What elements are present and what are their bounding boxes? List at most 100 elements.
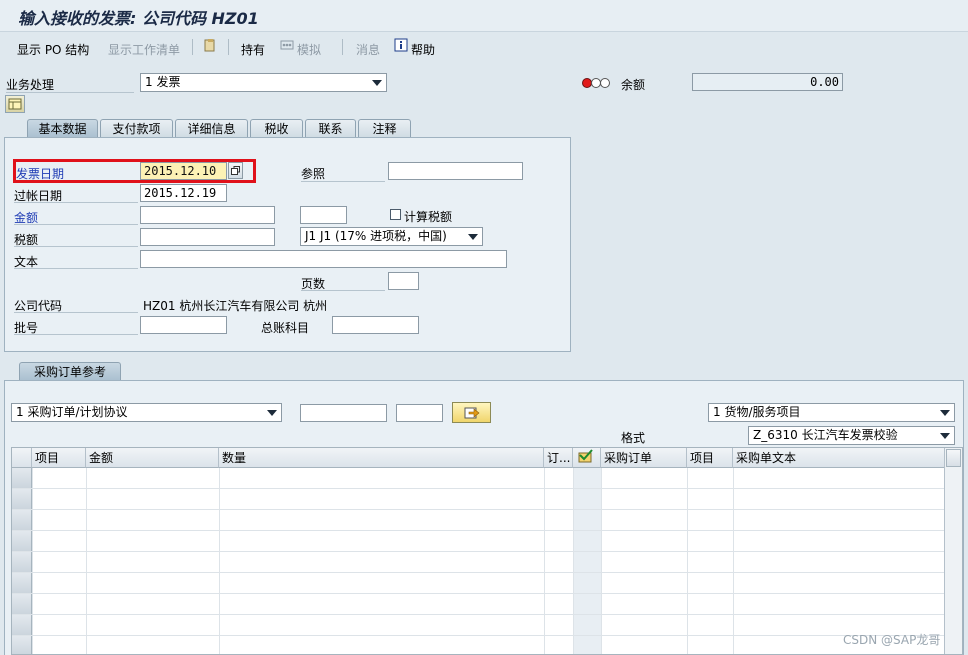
label-underline (14, 224, 138, 225)
row-selector[interactable] (12, 552, 32, 572)
calc-tax-label: 计算税额 (404, 210, 453, 224)
row-selector[interactable] (12, 573, 32, 593)
amount-input[interactable] (140, 206, 275, 224)
messages-button[interactable]: 消息 (356, 41, 380, 58)
chevron-down-icon (940, 410, 950, 416)
gl-account-input[interactable] (332, 316, 419, 334)
item-type-value: 1 货物/服务项目 (713, 405, 801, 419)
column-header[interactable]: 数量 (219, 448, 544, 468)
reference-type-select[interactable]: 1 采购订单/计划协议 (11, 403, 282, 422)
layout-value: Z_6310 长江汽车发票校验 (753, 428, 898, 442)
po-number-input[interactable] (300, 404, 387, 422)
clipboard-icon[interactable] (203, 38, 217, 52)
arrow-right-icon (464, 407, 480, 419)
label-underline (14, 246, 138, 247)
chevron-down-icon (372, 80, 382, 86)
column-header[interactable]: 金额 (86, 448, 219, 468)
transaction-select[interactable]: 1 发票 (140, 73, 387, 92)
reference-label: 参照 (301, 167, 326, 181)
title-bar: 输入接收的发票: 公司代码 HZ01 (0, 0, 968, 32)
label-underline (14, 312, 138, 313)
scroll-up-button[interactable] (946, 449, 961, 467)
item-type-select[interactable]: 1 货物/服务项目 (708, 403, 955, 422)
row-selector[interactable] (12, 489, 32, 509)
table-row (12, 594, 962, 615)
watermark: CSDN @SAP龙哥 (843, 633, 941, 647)
toolbar-separator (342, 39, 343, 55)
layout-icon (8, 98, 22, 110)
text-input[interactable] (140, 250, 507, 268)
hold-button[interactable]: 持有 (241, 41, 265, 58)
column-header-flag[interactable] (573, 448, 601, 468)
tax-amount-input[interactable] (140, 228, 275, 246)
label-underline (301, 181, 385, 182)
vertical-scrollbar[interactable] (944, 448, 962, 654)
select-all-header[interactable] (12, 448, 32, 468)
table-row (12, 636, 962, 654)
checkmark-icon (578, 449, 593, 463)
table-row (12, 468, 962, 489)
simulate-button[interactable]: 模拟 (297, 41, 321, 58)
page-title: 输入接收的发票: 公司代码 HZ01 (18, 9, 259, 28)
chevron-down-icon (267, 410, 277, 416)
batch-input[interactable] (140, 316, 227, 334)
table-row (12, 531, 962, 552)
balance-label: 余额 (621, 78, 646, 92)
highlight-box (13, 159, 256, 183)
layout-select[interactable]: Z_6310 长江汽车发票校验 (748, 426, 955, 445)
column-header[interactable]: 项目 (687, 448, 733, 468)
row-selector[interactable] (12, 594, 32, 614)
column-header[interactable]: 项目 (32, 448, 86, 468)
transfer-button[interactable] (452, 402, 491, 423)
toggle-header-button[interactable] (5, 95, 25, 113)
calc-tax-checkbox[interactable] (390, 209, 401, 220)
gl-account-label: 总账科目 (261, 321, 310, 335)
tab-notes[interactable]: 注释 (358, 119, 411, 138)
toolbar-separator (228, 39, 229, 55)
po-item-input[interactable] (396, 404, 443, 422)
toolbar-separator (192, 39, 193, 55)
column-header[interactable]: 订... (544, 448, 573, 468)
tab-tax[interactable]: 税收 (250, 119, 303, 138)
column-header[interactable]: 采购单文本 (733, 448, 946, 468)
status-lights-icon (582, 78, 610, 88)
tab-contact[interactable]: 联系 (305, 119, 356, 138)
table-row (12, 510, 962, 531)
transaction-select-value: 1 发票 (145, 75, 181, 89)
table-row (12, 489, 962, 510)
currency-input[interactable] (300, 206, 347, 224)
posting-date-input[interactable]: 2015.12.19 (140, 184, 227, 202)
tab-details[interactable]: 详细信息 (175, 119, 248, 138)
reference-type-value: 1 采购订单/计划协议 (16, 405, 128, 419)
label-underline (301, 290, 385, 291)
pages-input[interactable] (388, 272, 419, 290)
transaction-label: 业务处理 (6, 78, 55, 92)
table-row (12, 573, 962, 594)
row-selector[interactable] (12, 615, 32, 635)
label-underline (14, 268, 138, 269)
table-row (12, 552, 962, 573)
layout-label: 格式 (621, 431, 646, 445)
row-selector[interactable] (12, 636, 32, 654)
table-row (12, 615, 962, 636)
tab-basic-data[interactable]: 基本数据 (27, 119, 98, 138)
row-selector[interactable] (12, 468, 32, 488)
chevron-down-icon (468, 234, 478, 240)
row-selector[interactable] (12, 531, 32, 551)
label-underline (14, 334, 138, 335)
row-selector[interactable] (12, 510, 32, 530)
info-icon (394, 38, 408, 52)
reference-input[interactable] (388, 162, 523, 180)
show-worklist-button[interactable]: 显示工作清单 (108, 41, 180, 58)
tax-code-select[interactable]: J1 J1 (17% 进项税，中国) (300, 227, 483, 246)
tab-payment[interactable]: 支付款项 (100, 119, 173, 138)
tax-code-value: J1 J1 (17% 进项税，中国) (305, 229, 447, 243)
help-button[interactable]: 帮助 (411, 41, 435, 58)
chevron-down-icon (940, 433, 950, 439)
label-underline (6, 92, 134, 93)
company-code-value: HZ01 杭州长江汽车有限公司 杭州 (143, 299, 328, 313)
column-header[interactable]: 采购订单 (601, 448, 687, 468)
balance-field: 0.00 (692, 73, 843, 91)
show-po-structure-button[interactable]: 显示 PO 结构 (17, 41, 89, 58)
tab-po-reference[interactable]: 采购订单参考 (19, 362, 121, 381)
